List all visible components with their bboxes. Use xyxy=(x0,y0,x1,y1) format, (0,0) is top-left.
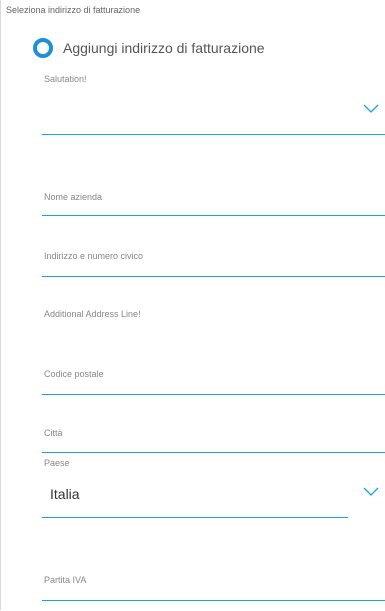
city-label: Città xyxy=(44,428,63,438)
add-billing-address-option[interactable]: Aggiungi indirizzo di fatturazione xyxy=(33,38,265,58)
country-select[interactable] xyxy=(42,517,348,518)
country-select-value[interactable]: Italia xyxy=(50,486,80,502)
vat-label: Partita IVA xyxy=(44,575,87,585)
salutation-label: Salutation! xyxy=(44,74,87,84)
postal-code-label: Codice postale xyxy=(44,369,104,379)
billing-address-form: Seleziona indirizzo di fatturazione Aggi… xyxy=(0,0,385,610)
street-address-field[interactable] xyxy=(42,276,385,277)
vat-field[interactable] xyxy=(42,600,385,601)
section-title: Seleziona indirizzo di fatturazione xyxy=(6,5,141,15)
company-name-field[interactable] xyxy=(42,215,385,216)
salutation-chevron-down-icon[interactable] xyxy=(363,104,379,114)
city-field[interactable] xyxy=(42,452,385,453)
company-name-label: Nome azienda xyxy=(44,192,103,202)
radio-button[interactable] xyxy=(33,38,53,58)
country-chevron-down-icon[interactable] xyxy=(363,487,379,497)
radio-label: Aggiungi indirizzo di fatturazione xyxy=(63,40,265,56)
additional-address-field[interactable] xyxy=(42,300,385,340)
salutation-select[interactable] xyxy=(42,134,385,135)
country-label: Paese xyxy=(44,458,70,468)
street-address-label: Indirizzo e numero civico xyxy=(44,251,144,261)
postal-code-field[interactable] xyxy=(42,394,385,395)
